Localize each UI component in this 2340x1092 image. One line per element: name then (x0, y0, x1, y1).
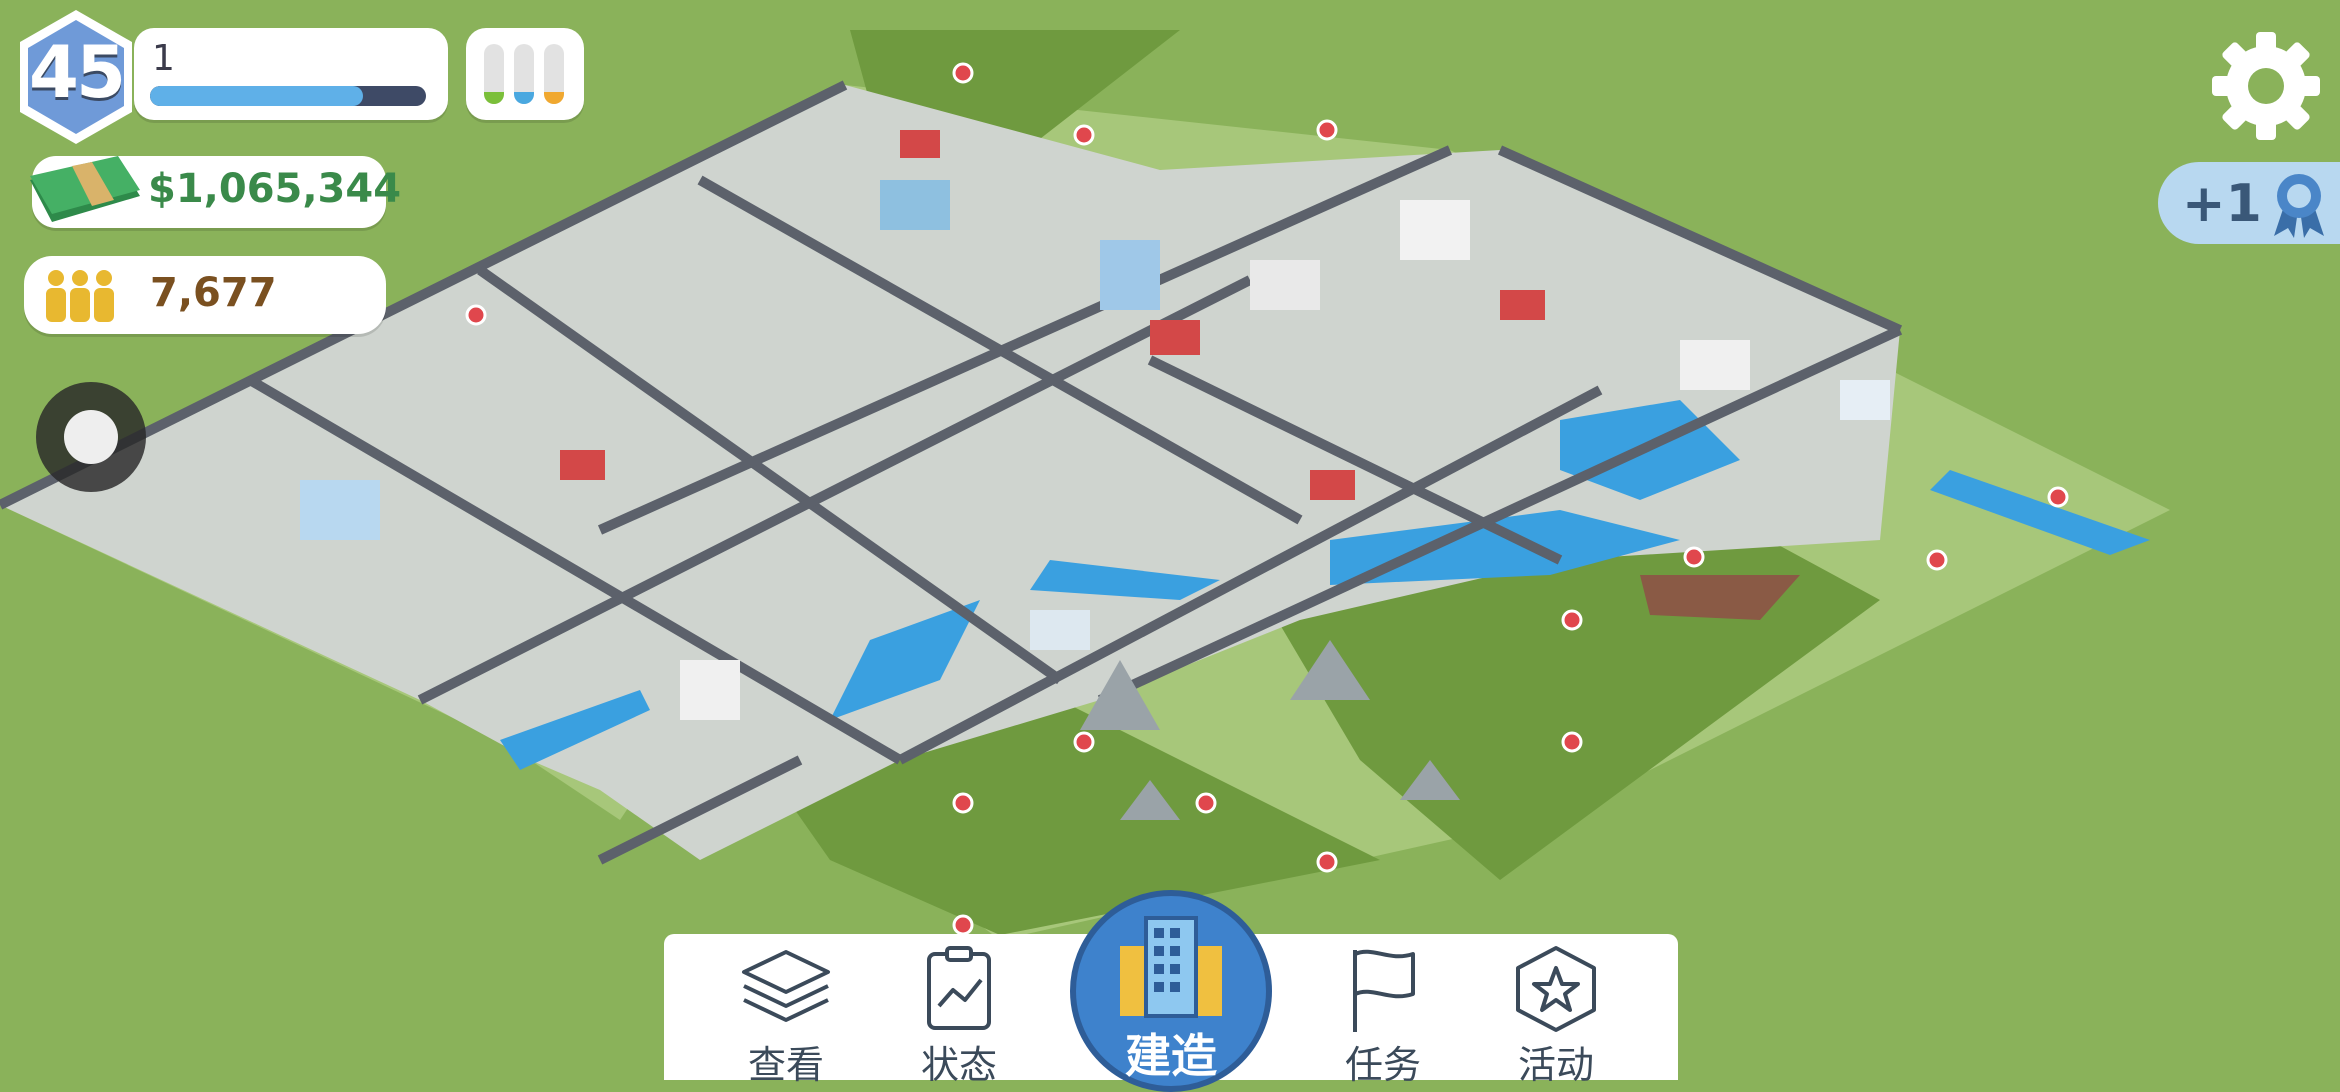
resource-panel[interactable] (466, 28, 584, 120)
flag-icon (1353, 949, 1415, 1032)
cash-stack-icon (30, 156, 140, 222)
population-value: 7,677 (150, 270, 277, 316)
clipboard-chart-icon (927, 946, 991, 1030)
reward-button[interactable]: +1 (2158, 162, 2340, 244)
xp-progress-fill (150, 86, 363, 106)
blue-resource-bar (514, 44, 534, 104)
camera-joystick[interactable] (36, 382, 146, 492)
tab-view[interactable]: 查看 (711, 944, 861, 1087)
tab-events-label: 活动 (1517, 1043, 1594, 1087)
build-label: 建造 (1125, 1029, 1217, 1083)
tab-status[interactable]: 状态 (884, 944, 1034, 1087)
population-panel[interactable]: 7,677 (24, 256, 386, 334)
ribbon-medal-icon (2274, 174, 2324, 238)
tab-quests-label: 任务 (1344, 1043, 1421, 1087)
people-group-icon (46, 270, 114, 322)
green-resource-bar (484, 44, 504, 104)
tab-status-label: 状态 (920, 1043, 997, 1087)
xp-panel[interactable]: 1 (134, 28, 448, 120)
star-hexagon-icon (1516, 946, 1596, 1032)
xp-count: 1 (152, 38, 175, 79)
player-level: 45 (28, 30, 126, 114)
build-button[interactable]: 建造 (1070, 890, 1272, 1092)
joystick-knob[interactable] (64, 410, 118, 464)
money-value: $1,065,344 (148, 166, 402, 212)
gear-icon[interactable] (2206, 26, 2326, 146)
orange-resource-bar (544, 44, 564, 104)
tab-quests[interactable]: 任务 (1308, 944, 1458, 1087)
xp-progress-bar (150, 86, 426, 106)
tab-view-label: 查看 (747, 1043, 824, 1087)
reward-count: +1 (2182, 174, 2262, 234)
tab-events[interactable]: 活动 (1481, 944, 1631, 1087)
layers-icon (742, 950, 830, 1022)
money-panel[interactable]: $1,065,344 (30, 156, 401, 228)
buildings-icon (1120, 916, 1222, 1018)
